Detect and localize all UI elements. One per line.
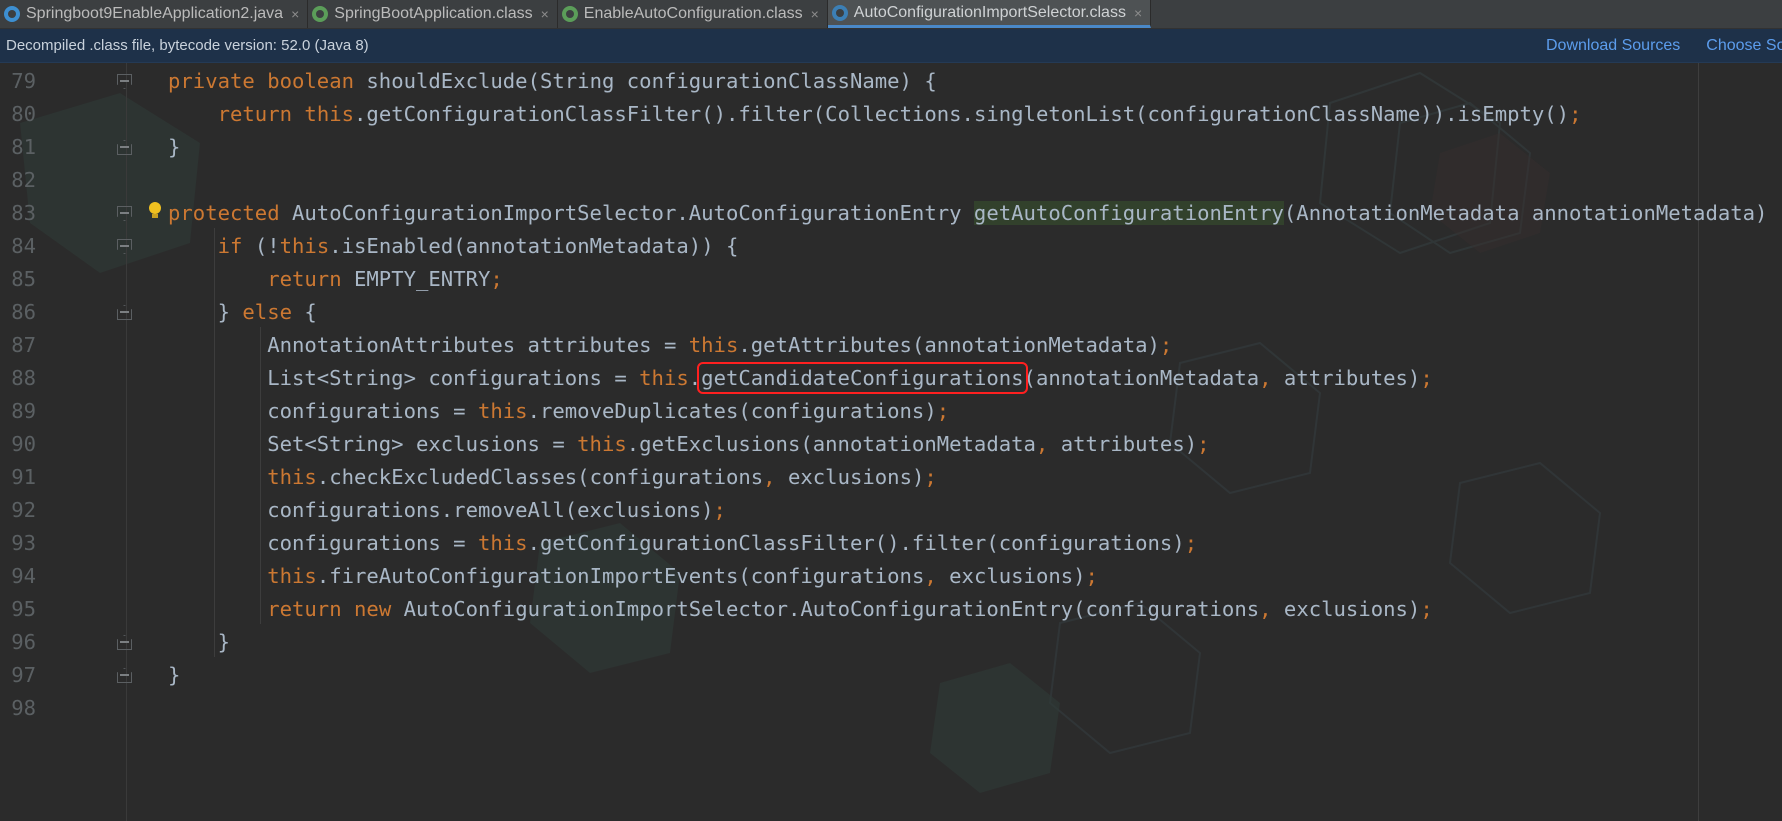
code-text: configurations = this.getConfigurationCl… (168, 531, 1198, 555)
tab-enableautoconfiguration-class[interactable]: EnableAutoConfiguration.class × (558, 0, 828, 28)
indent-guide (260, 327, 261, 624)
code-text: AnnotationAttributes attributes = this.g… (168, 333, 1173, 357)
line-number: 84 (11, 234, 36, 258)
code-text: this.fireAutoConfigurationImportEvents(c… (267, 564, 1098, 588)
line-number: 93 (11, 531, 36, 555)
tab-close-icon[interactable]: × (291, 6, 299, 22)
tab-autoconfigurationimportselector-class[interactable]: AutoConfigurationImportSelector.class × (827, 0, 1152, 28)
line-number: 82 (11, 168, 36, 192)
class-file-icon (561, 6, 578, 22)
code-text: List<String> configurations = this.getCa… (168, 362, 1433, 394)
download-sources-link[interactable]: Download Sources (1546, 37, 1680, 55)
line-number: 89 (11, 399, 36, 423)
code-text: configurations.removeAll(exclusions); (168, 498, 726, 522)
tab-springboot9enableapplication2-java[interactable]: Springboot9EnableApplication2.java × (0, 0, 309, 28)
tab-close-icon[interactable]: × (541, 6, 549, 22)
line-number: 81 (11, 135, 36, 159)
code-line[interactable]: 80 return this.getConfigurationClassFilt… (0, 96, 1782, 133)
decompiled-notification-bar: Decompiled .class file, bytecode version… (0, 29, 1782, 63)
tab-close-icon[interactable]: × (1134, 5, 1142, 21)
code-text: private boolean shouldExclude(String con… (168, 69, 937, 93)
code-line[interactable]: 87 AnnotationAttributes attributes = thi… (0, 327, 1782, 364)
notification-actions: Download Sources Choose Sources... (1546, 29, 1782, 62)
code-line[interactable]: 86 } else { (0, 294, 1782, 331)
line-number: 87 (11, 333, 36, 357)
code-line[interactable]: 90 Set<String> exclusions = this.getExcl… (0, 426, 1782, 463)
line-number: 90 (11, 432, 36, 456)
code-line[interactable]: 96 } (0, 624, 1782, 661)
code-line[interactable]: 95 return new AutoConfigurationImportSel… (0, 591, 1782, 628)
code-line[interactable]: 91 this.checkExcludedClasses(configurati… (0, 459, 1782, 496)
tab-label: Springboot9EnableApplication2.java (26, 5, 284, 22)
code-text: } (168, 663, 181, 687)
line-number: 85 (11, 267, 36, 291)
code-line[interactable]: 92 configurations.removeAll(exclusions); (0, 492, 1782, 529)
code-text: Set<String> exclusions = this.getExclusi… (168, 432, 1210, 456)
code-text: } (168, 135, 181, 159)
code-line[interactable]: 81} (0, 129, 1782, 166)
tab-label: EnableAutoConfiguration.class (583, 5, 803, 22)
class-file-icon (831, 4, 848, 21)
line-number: 86 (11, 300, 36, 324)
code-line[interactable]: 98 (0, 690, 1782, 727)
decompiled-message: Decompiled .class file, bytecode version… (6, 37, 369, 54)
line-number: 95 (11, 597, 36, 621)
code-line[interactable]: 89 configurations = this.removeDuplicate… (0, 393, 1782, 430)
tab-close-icon[interactable]: × (811, 6, 819, 22)
code-text: } else { (168, 300, 317, 324)
code-line[interactable]: 88 List<String> configurations = this.ge… (0, 360, 1782, 397)
line-number: 79 (11, 69, 36, 93)
code-line[interactable]: 83 protected AutoConfigurationImportSelec… (0, 195, 1782, 232)
code-text: this.checkExcludedClasses(configurations… (267, 465, 937, 489)
code-line[interactable]: 94 this.fireAutoConfigurationImportEvent… (0, 558, 1782, 595)
intention-bulb-icon[interactable] (147, 201, 163, 221)
line-number: 92 (11, 498, 36, 522)
code-line[interactable]: 97} (0, 657, 1782, 694)
class-file-icon (312, 6, 329, 22)
line-number: 98 (11, 696, 36, 720)
tab-label: AutoConfigurationImportSelector.class (853, 3, 1126, 21)
code-line[interactable]: 82 (0, 162, 1782, 199)
code-line[interactable]: 79 private boolean shouldExclude(String c… (0, 63, 1782, 100)
tab-springbootapplication-class[interactable]: SpringBootApplication.class × (308, 0, 558, 28)
code-text: protected AutoConfigurationImportSelecto… (168, 201, 1782, 225)
line-number: 97 (11, 663, 36, 687)
choose-sources-link[interactable]: Choose Sources... (1706, 37, 1782, 55)
code-text: if (!this.isEnabled(annotationMetadata))… (217, 234, 739, 258)
highlighted-method-box: getCandidateConfigurations (697, 362, 1028, 394)
line-number: 80 (11, 102, 36, 126)
code-text: return this.getConfigurationClassFilter(… (217, 102, 1582, 126)
line-number: 83 (11, 201, 36, 225)
code-line[interactable]: 93 configurations = this.getConfiguratio… (0, 525, 1782, 562)
indent-guide (214, 228, 215, 657)
code-editor[interactable]: 79 private boolean shouldExclude(String c… (0, 63, 1782, 821)
line-number: 96 (11, 630, 36, 654)
code-line[interactable]: 84 if (!this.isEnabled(annotationMetadat… (0, 228, 1782, 265)
tab-label: SpringBootApplication.class (334, 5, 533, 22)
java-class-icon (4, 6, 20, 22)
code-text: } (168, 630, 230, 654)
line-number: 94 (11, 564, 36, 588)
code-line[interactable]: 85 return EMPTY_ENTRY; (0, 261, 1782, 298)
code-text: configurations = this.removeDuplicates(c… (168, 399, 950, 423)
editor-tab-bar: Springboot9EnableApplication2.java × Sprin… (0, 0, 1782, 29)
line-number: 91 (11, 465, 36, 489)
line-number: 88 (11, 366, 36, 390)
code-text: return EMPTY_ENTRY; (267, 267, 503, 291)
code-text: return new AutoConfigurationImportSelect… (267, 597, 1433, 621)
